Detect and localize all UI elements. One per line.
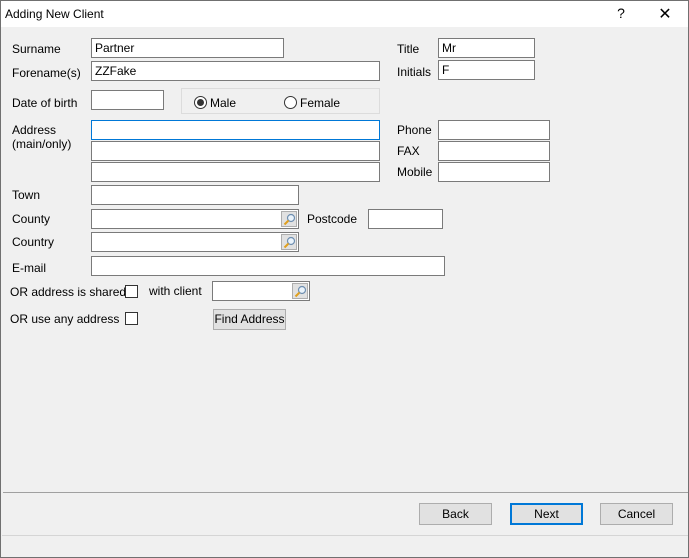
with-client-input[interactable] [212,281,310,301]
phone-label: Phone [397,123,432,137]
footer-separator [3,492,688,493]
next-button[interactable]: Next [510,503,583,525]
country-label: Country [12,235,55,249]
address-sublabel: (main/only) [12,137,72,151]
male-radio[interactable] [194,96,207,109]
magnifier-icon [294,285,307,298]
forenames-label: Forename(s) [12,66,81,80]
female-label[interactable]: Female [300,96,340,110]
county-label: County [12,212,51,226]
cancel-button[interactable]: Cancel [600,503,673,525]
address-line2-input[interactable] [91,141,380,161]
dialog-window: Adding New Client ? ✕ Surname Partner Ti… [0,0,689,558]
surname-input[interactable]: Partner [91,38,284,58]
magnifier-icon [283,213,296,226]
initials-input[interactable]: F [438,60,535,80]
window-title: Adding New Client [5,7,104,21]
initials-label: Initials [397,65,432,79]
surname-label: Surname [12,42,61,56]
any-address-label: OR use any address [10,312,120,326]
dob-label: Date of birth [12,96,78,110]
country-input[interactable] [91,232,299,252]
email-label: E-mail [12,261,47,275]
postcode-input[interactable] [368,209,443,229]
phone-input[interactable] [438,120,550,140]
county-lookup-button[interactable] [281,211,297,227]
fax-input[interactable] [438,141,550,161]
close-button[interactable]: ✕ [653,4,677,24]
email-input[interactable] [91,256,445,276]
magnifier-icon [283,236,296,249]
title-bar: Adding New Client ? ✕ [1,1,688,27]
male-label[interactable]: Male [210,96,236,110]
any-address-checkbox[interactable] [125,312,138,325]
mobile-label: Mobile [397,165,433,179]
mobile-input[interactable] [438,162,550,182]
title-input[interactable]: Mr [438,38,535,58]
county-input[interactable] [91,209,299,229]
find-address-button[interactable]: Find Address [213,309,286,330]
town-label: Town [12,188,41,202]
help-button[interactable]: ? [609,5,633,21]
address-line3-input[interactable] [91,162,380,182]
address-label: Address [12,123,57,137]
title-label: Title [397,42,420,56]
status-separator [2,535,688,536]
with-client-label: with client [149,284,202,298]
forenames-input[interactable]: ZZFake [91,61,380,81]
with-client-lookup-button[interactable] [292,283,308,299]
country-lookup-button[interactable] [281,234,297,250]
fax-label: FAX [397,144,420,158]
shared-address-checkbox[interactable] [125,285,138,298]
postcode-label: Postcode [307,212,358,226]
dob-input[interactable] [91,90,164,110]
town-input[interactable] [91,185,299,205]
address-line1-input[interactable] [91,120,380,140]
back-button[interactable]: Back [419,503,492,525]
gender-radio-group: Male Female [181,88,380,114]
shared-address-label: OR address is shared [10,285,127,299]
female-radio[interactable] [284,96,297,109]
